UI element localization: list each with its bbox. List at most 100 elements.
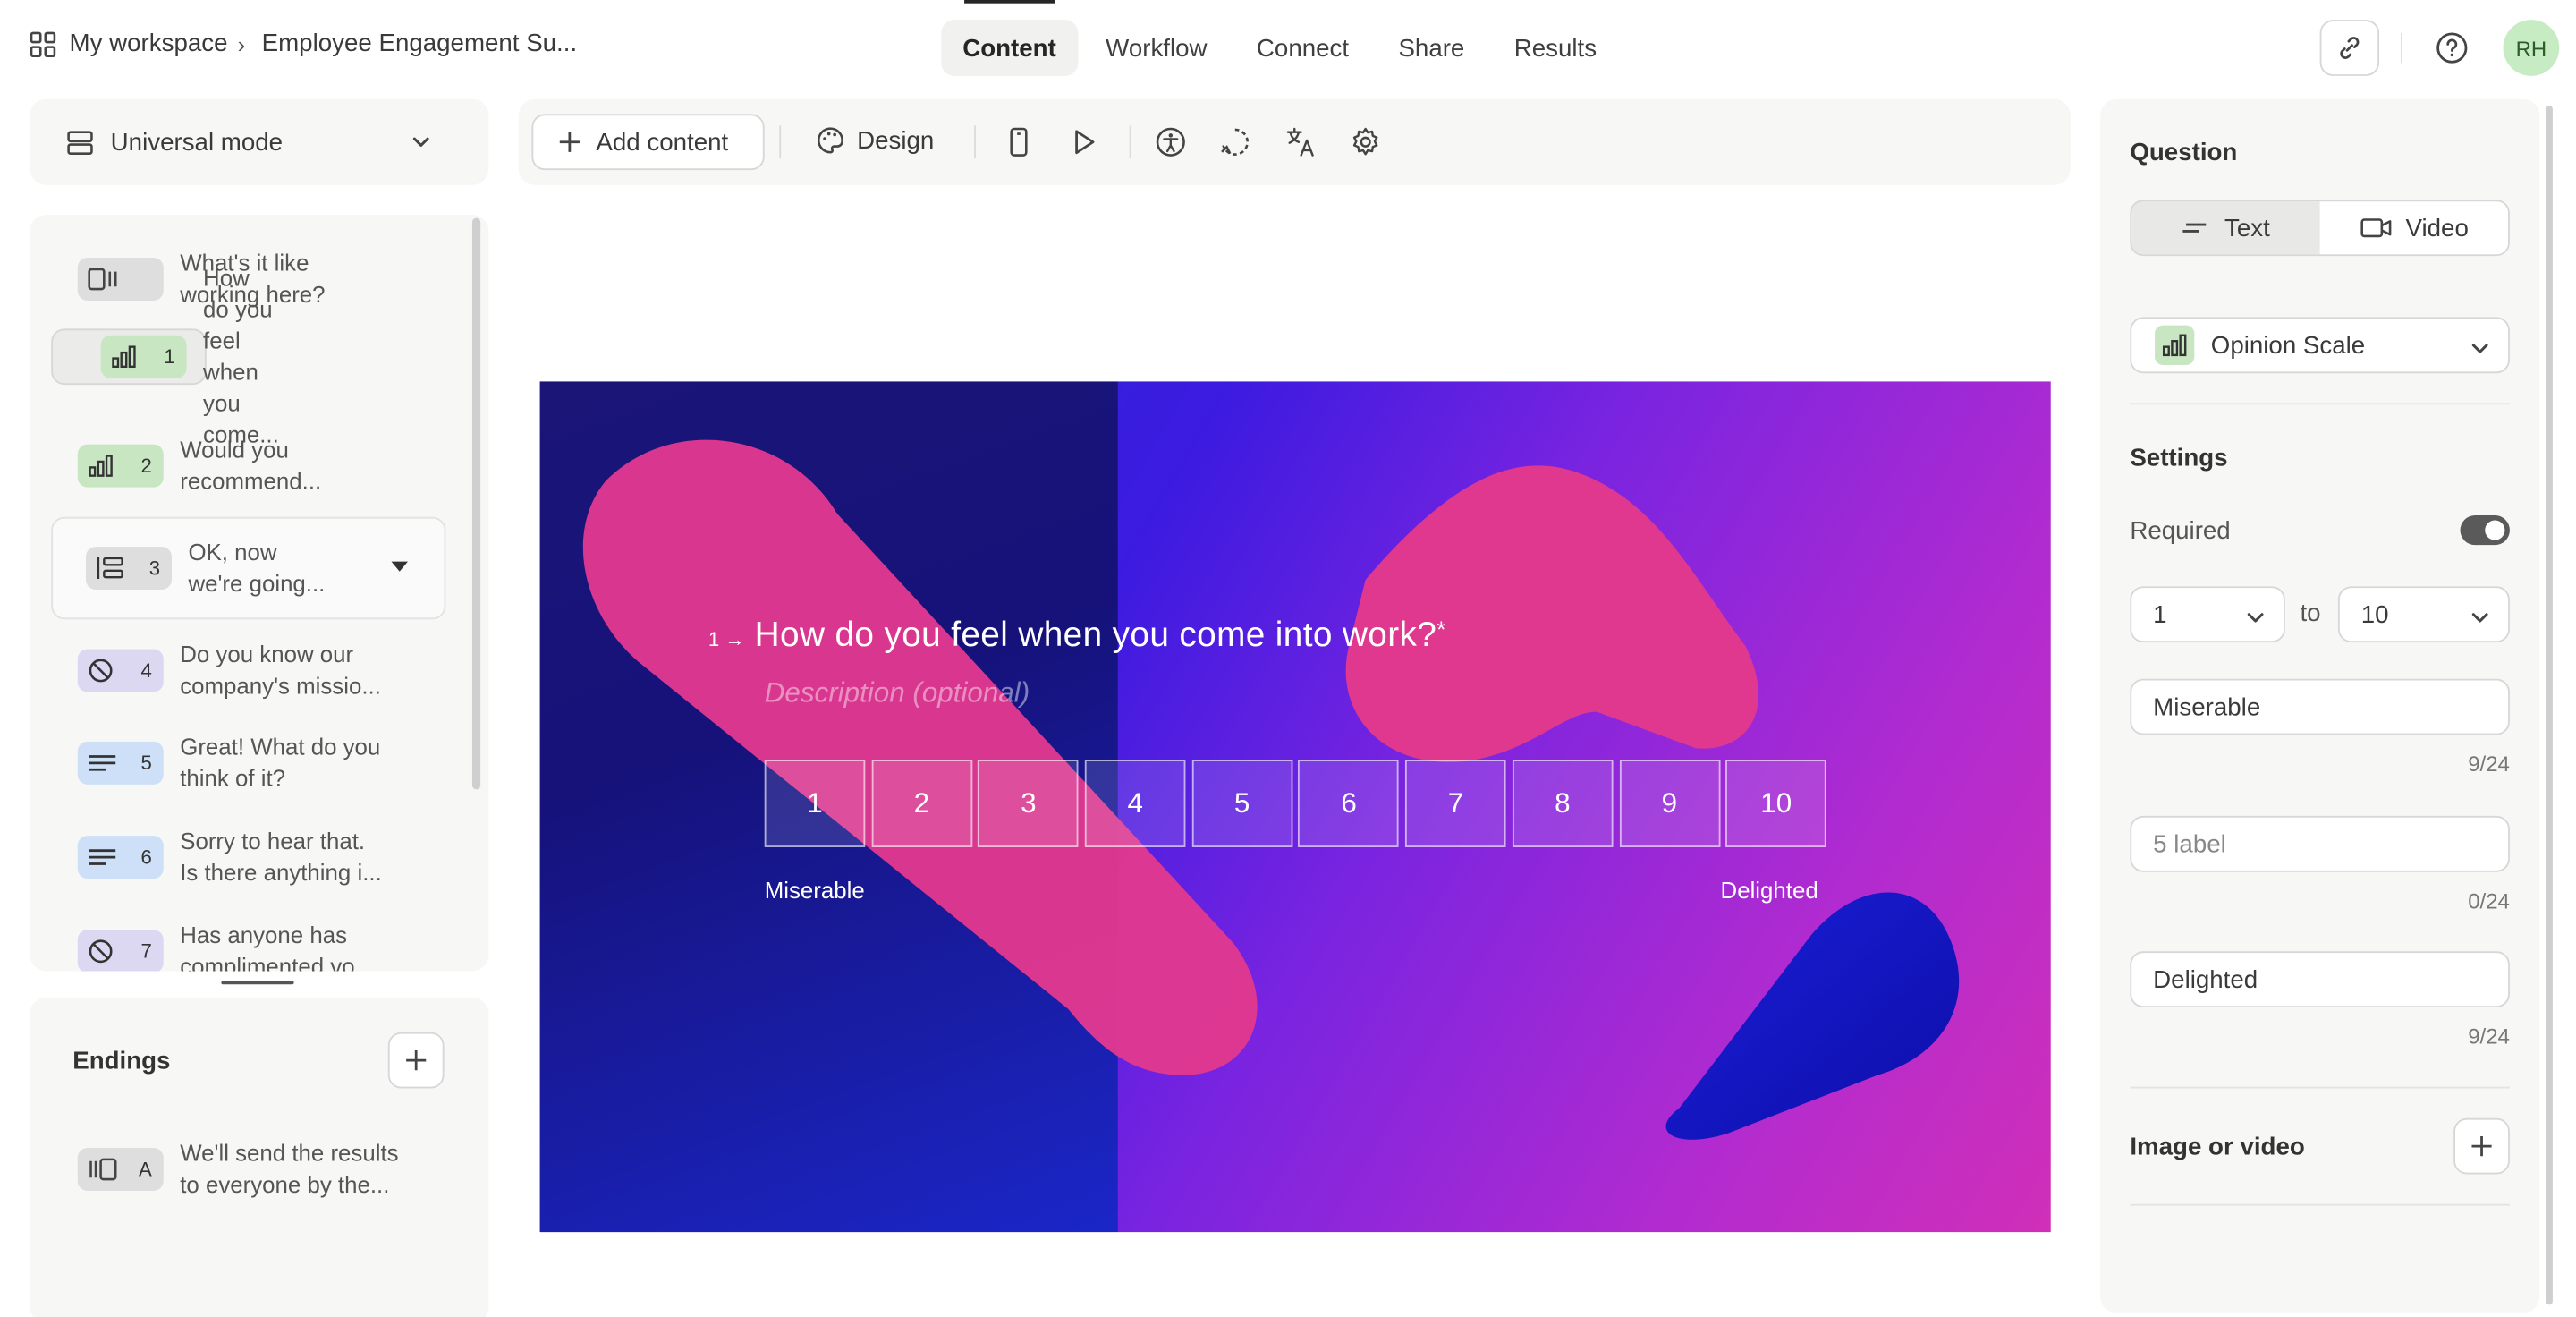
divider bbox=[974, 125, 976, 159]
link-icon bbox=[2340, 37, 2360, 59]
scale-end-select[interactable]: 10 bbox=[2337, 586, 2510, 643]
list-item-text: We'll send the results to everyone by the… bbox=[180, 1139, 399, 1198]
divider bbox=[2401, 32, 2402, 64]
long-text-icon bbox=[89, 849, 116, 865]
tab-connect[interactable]: Connect bbox=[1235, 20, 1370, 76]
universal-mode-selector[interactable]: Universal mode bbox=[30, 98, 489, 185]
resize-handle[interactable] bbox=[221, 981, 294, 985]
play-icon[interactable] bbox=[1067, 125, 1100, 158]
divider bbox=[2130, 1203, 2510, 1206]
middle-label-count: 0/24 bbox=[2468, 888, 2510, 913]
list-item-ending-a[interactable]: A We'll send the results to everyone by t… bbox=[51, 1126, 445, 1212]
tab-results[interactable]: Results bbox=[1493, 20, 1618, 76]
chevron-down-icon bbox=[2471, 344, 2488, 353]
question-description-input[interactable]: Description (optional) bbox=[765, 677, 1030, 710]
video-tab[interactable]: Video bbox=[2319, 201, 2509, 255]
mobile-preview-icon[interactable] bbox=[1003, 125, 1036, 158]
opinion-scale-icon bbox=[89, 455, 113, 477]
question-list: What's it like working here? 1 How do you… bbox=[30, 214, 489, 972]
scale-option[interactable]: 10 bbox=[1725, 760, 1827, 847]
scale-option[interactable]: 5 bbox=[1191, 760, 1292, 847]
list-item-text: Would you recommend... bbox=[180, 436, 322, 494]
question-badge: 5 bbox=[77, 741, 164, 785]
list-item-text: Great! What do you think of it? bbox=[180, 733, 381, 792]
question-badge: 7 bbox=[77, 930, 164, 972]
statement-badge bbox=[77, 257, 164, 301]
scale-option[interactable]: 4 bbox=[1084, 760, 1186, 847]
settings-panel: Question Text Video Opinion Scale Settin… bbox=[2100, 98, 2540, 1313]
divider bbox=[1129, 125, 1131, 159]
list-item-q1[interactable]: 1 How do you feel when you come... bbox=[51, 264, 279, 447]
breadcrumb-workspace[interactable]: My workspace bbox=[70, 30, 228, 57]
required-toggle[interactable] bbox=[2460, 514, 2510, 546]
list-item-q5[interactable]: 5 Great! What do you think of it? bbox=[51, 720, 445, 806]
scale-option[interactable]: 6 bbox=[1298, 760, 1400, 847]
scale-start-select[interactable]: 1 bbox=[2130, 586, 2285, 643]
scale-option[interactable]: 2 bbox=[871, 760, 972, 847]
left-label-input[interactable]: Miserable bbox=[2130, 678, 2510, 735]
left-label-count: 9/24 bbox=[2468, 751, 2510, 777]
logic-icon[interactable] bbox=[1218, 125, 1251, 158]
question-type-dropdown[interactable]: Opinion Scale bbox=[2130, 317, 2510, 374]
right-label-input[interactable]: Delighted bbox=[2130, 951, 2510, 1008]
breadcrumb-form-name[interactable]: Employee Engagement Su... bbox=[262, 30, 577, 57]
question-list-scrollbar[interactable] bbox=[471, 217, 481, 790]
question-badge: 4 bbox=[77, 649, 164, 692]
text-tab[interactable]: Text bbox=[2131, 201, 2320, 255]
question-badge: 3 bbox=[85, 547, 172, 591]
scale-option[interactable]: 1 bbox=[764, 760, 866, 847]
mode-label: Universal mode bbox=[110, 128, 284, 157]
range-to-label: to bbox=[2300, 599, 2321, 628]
question-badge: 2 bbox=[77, 444, 164, 488]
plus-icon bbox=[406, 1050, 427, 1071]
list-item-q3-group[interactable]: 3 OK, now we're going... bbox=[51, 516, 446, 620]
endings-panel: Endings A We'll send the results to every… bbox=[30, 997, 489, 1317]
design-button[interactable]: Design bbox=[816, 125, 934, 155]
list-item-q7[interactable]: 7 Has anyone has complimented yo... bbox=[51, 908, 445, 972]
yes-no-icon bbox=[89, 658, 113, 683]
tab-workflow[interactable]: Workflow bbox=[1084, 20, 1228, 76]
tab-share[interactable]: Share bbox=[1377, 20, 1486, 76]
add-ending-button[interactable] bbox=[387, 1032, 445, 1089]
grid-icon[interactable] bbox=[30, 30, 56, 57]
list-item-text: Has anyone has complimented yo... bbox=[180, 922, 375, 972]
preview-question-heading: 1 → How do you feel when you come into w… bbox=[708, 616, 1446, 656]
scale-option[interactable]: 7 bbox=[1405, 760, 1506, 847]
scale-option[interactable]: 8 bbox=[1512, 760, 1614, 847]
gear-icon[interactable] bbox=[1349, 125, 1382, 158]
chevron-right-icon: › bbox=[237, 30, 246, 57]
video-camera-icon bbox=[2360, 218, 2392, 238]
caret-down-icon[interactable] bbox=[391, 561, 408, 572]
question-format-toggle: Text Video bbox=[2130, 200, 2510, 257]
list-item-q2[interactable]: 2 Would you recommend... bbox=[51, 423, 445, 509]
opinion-scale: 1 2 3 4 5 6 7 8 9 10 bbox=[764, 760, 1833, 847]
question-badge: 1 bbox=[100, 335, 187, 378]
middle-label-input[interactable]: 5 label bbox=[2130, 815, 2510, 872]
ending-screen-icon bbox=[89, 1158, 117, 1181]
tab-content[interactable]: Content bbox=[941, 0, 1078, 76]
avatar[interactable]: RH bbox=[2503, 20, 2560, 76]
question-title[interactable]: How do you feel when you come into work?… bbox=[755, 616, 1446, 656]
scale-option[interactable]: 9 bbox=[1619, 760, 1720, 847]
list-item-text: Sorry to hear that. Is there anything i..… bbox=[180, 827, 382, 886]
copy-link-button[interactable] bbox=[2319, 20, 2380, 76]
list-item-q4[interactable]: 4 Do you know our company's missio... bbox=[51, 627, 445, 713]
question-section-title: Question bbox=[2130, 139, 2238, 167]
accessibility-icon[interactable] bbox=[1154, 125, 1187, 158]
question-badge: 6 bbox=[77, 836, 164, 879]
ending-badge: A bbox=[77, 1147, 164, 1191]
long-text-icon bbox=[89, 755, 116, 771]
form-preview[interactable]: 1 → How do you feel when you come into w… bbox=[539, 381, 2051, 1233]
question-number: 1 → bbox=[708, 627, 745, 651]
settings-section-title: Settings bbox=[2130, 444, 2228, 472]
scale-option[interactable]: 3 bbox=[978, 760, 1080, 847]
translate-icon[interactable] bbox=[1284, 125, 1318, 158]
plus-icon bbox=[2471, 1136, 2492, 1157]
chevron-down-icon bbox=[2247, 613, 2264, 623]
add-media-button[interactable] bbox=[2453, 1117, 2510, 1175]
editor-toolbar: Add content Design bbox=[518, 98, 2071, 185]
add-content-button[interactable]: Add content bbox=[531, 114, 765, 171]
settings-scrollbar[interactable] bbox=[2546, 106, 2553, 1305]
list-item-q6[interactable]: 6 Sorry to hear that. Is there anything i… bbox=[51, 814, 445, 900]
help-icon[interactable] bbox=[2434, 30, 2470, 66]
